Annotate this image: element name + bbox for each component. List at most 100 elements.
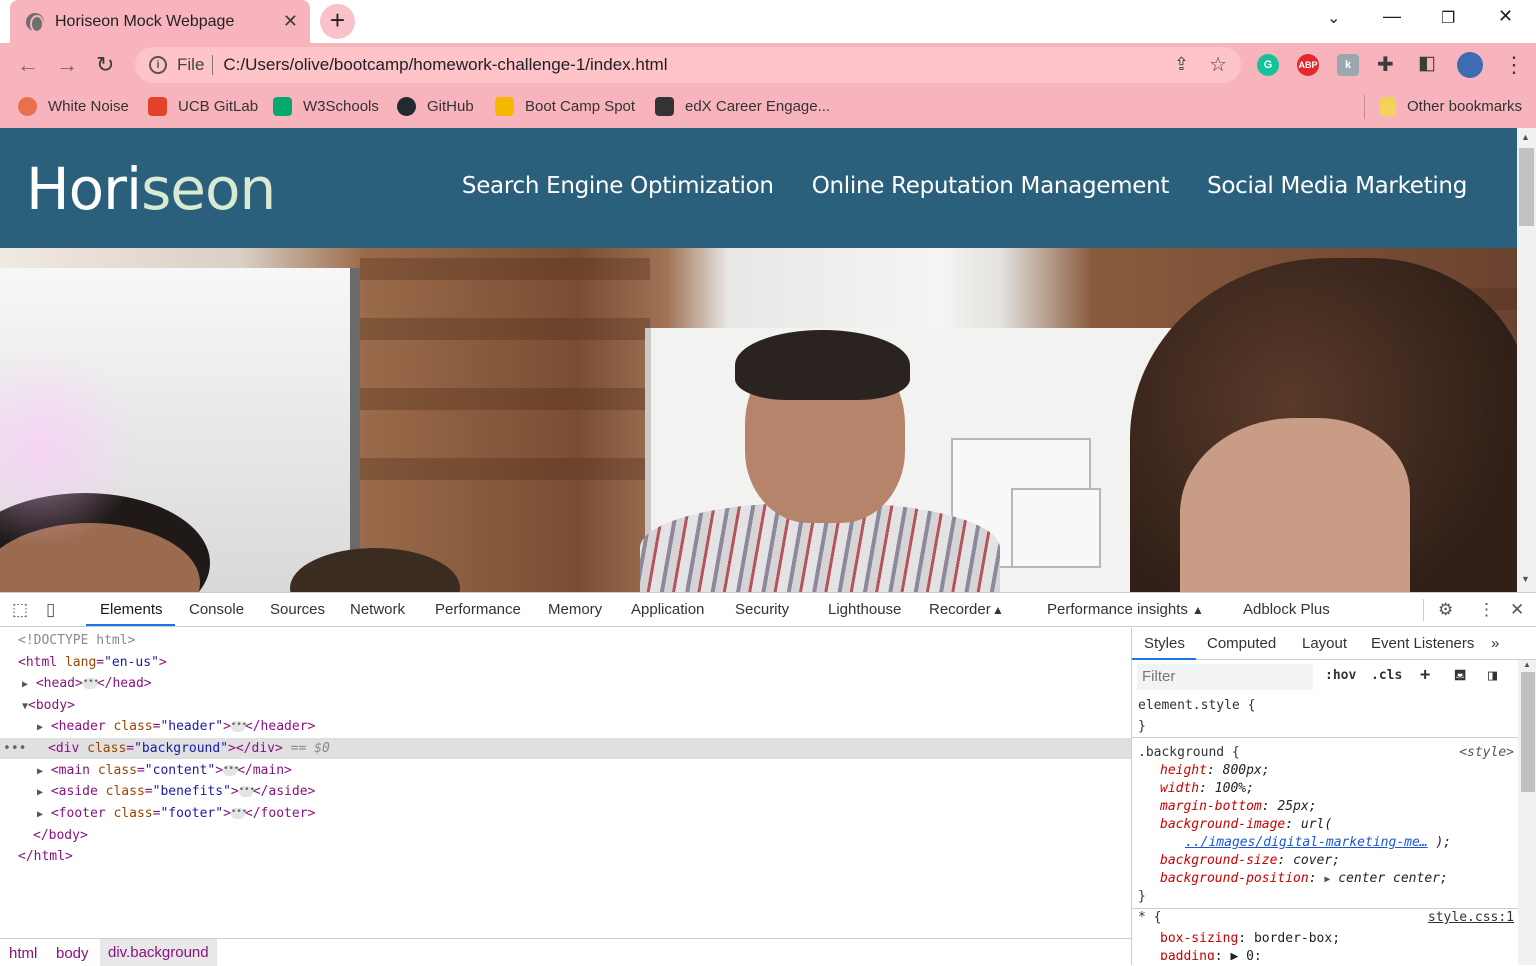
style-declaration[interactable]: background-size: cover; bbox=[1160, 852, 1340, 870]
bookmark-edx-career[interactable]: edX Career Engage... bbox=[655, 97, 830, 116]
browser-tab-active[interactable]: Horiseon Mock Webpage ✕ bbox=[10, 0, 310, 43]
styles-scrollbar[interactable]: ▲ bbox=[1518, 660, 1536, 965]
styles-scrollbar-thumb[interactable] bbox=[1521, 672, 1535, 792]
tab-performance[interactable]: Performance bbox=[435, 601, 521, 618]
profile-avatar[interactable] bbox=[1457, 52, 1483, 78]
forward-arrow-icon[interactable]: → bbox=[56, 52, 78, 78]
ellipsis-icon[interactable]: ••• bbox=[230, 721, 247, 732]
dom-doctype[interactable]: <!DOCTYPE html> bbox=[18, 630, 135, 651]
cls-toggle[interactable]: .cls bbox=[1371, 668, 1402, 683]
tab-memory[interactable]: Memory bbox=[548, 601, 602, 618]
tab-sources[interactable]: Sources bbox=[270, 601, 325, 618]
dom-html-close[interactable]: </html> bbox=[18, 846, 73, 867]
breadcrumb-div-background[interactable]: div.background bbox=[100, 939, 217, 966]
tab-security[interactable]: Security bbox=[735, 601, 789, 618]
dom-footer[interactable]: ▶ <footer class="footer">•••</footer> bbox=[37, 803, 315, 824]
devtools-close-icon[interactable]: ✕ bbox=[1510, 600, 1524, 620]
dom-html[interactable]: <html lang="en-us"> bbox=[18, 652, 167, 673]
new-tab-button[interactable]: + bbox=[320, 4, 355, 39]
tab-lighthouse[interactable]: Lighthouse bbox=[828, 601, 901, 618]
tab-network[interactable]: Network bbox=[350, 601, 405, 618]
expand-triangle-icon[interactable]: ▶ bbox=[22, 679, 28, 690]
restore-icon[interactable]: ❐ bbox=[1441, 8, 1455, 28]
rule-selector[interactable]: element.style { bbox=[1138, 697, 1255, 715]
dom-div-background-selected[interactable]: ••• <div class="background"></div> == $0 bbox=[0, 738, 1131, 759]
breadcrumb-html[interactable]: html bbox=[9, 945, 37, 962]
bookmark-w3schools[interactable]: W3Schools bbox=[273, 97, 379, 116]
rule-source[interactable]: <style> bbox=[1459, 744, 1514, 762]
tab-computed[interactable]: Computed bbox=[1207, 635, 1276, 652]
adblock-plus-icon[interactable]: ABP bbox=[1297, 54, 1319, 76]
ellipsis-icon[interactable]: ••• bbox=[238, 786, 255, 797]
tab-layout[interactable]: Layout bbox=[1302, 635, 1347, 652]
bookmark-ucb-gitlab[interactable]: UCB GitLab bbox=[148, 97, 258, 116]
extension-k-icon[interactable]: k bbox=[1337, 54, 1359, 76]
tab-performance-insights[interactable]: Performance insights bbox=[1047, 601, 1188, 618]
tab-console[interactable]: Console bbox=[189, 601, 244, 618]
dom-header[interactable]: ▶ <header class="header">•••</header> bbox=[37, 716, 315, 737]
grammarly-icon[interactable]: G bbox=[1257, 54, 1279, 76]
toggle-sidebar-icon[interactable]: ◨ bbox=[1488, 666, 1497, 684]
background-image-url[interactable]: ../images/digital-marketing-me… ); bbox=[1185, 834, 1451, 852]
expand-triangle-icon[interactable]: ▶ bbox=[37, 809, 43, 820]
window-close-icon[interactable]: ✕ bbox=[1498, 6, 1513, 27]
dom-aside[interactable]: ▶ <aside class="benefits">•••</aside> bbox=[37, 781, 315, 802]
dom-main[interactable]: ▶ <main class="content">•••</main> bbox=[37, 760, 292, 781]
rule-selector[interactable]: * { bbox=[1138, 909, 1161, 927]
tab-adblock-plus[interactable]: Adblock Plus bbox=[1243, 601, 1330, 618]
page-scrollbar-thumb[interactable] bbox=[1519, 148, 1534, 226]
tab-search-chevron-icon[interactable]: ⌄ bbox=[1327, 8, 1340, 28]
device-toolbar-icon[interactable]: ▯ bbox=[46, 600, 55, 620]
scroll-up-icon[interactable]: ▲ bbox=[1523, 660, 1531, 669]
tab-recorder[interactable]: Recorder bbox=[929, 601, 991, 618]
dom-body[interactable]: ▼<body> bbox=[22, 695, 75, 716]
tab-close-icon[interactable]: ✕ bbox=[283, 11, 298, 32]
side-panel-icon[interactable]: ◧ bbox=[1418, 52, 1436, 75]
minimize-icon[interactable]: — bbox=[1383, 6, 1401, 27]
style-declaration[interactable]: height: 800px; bbox=[1160, 762, 1270, 780]
devtools-menu-icon[interactable]: ⋮ bbox=[1478, 600, 1495, 620]
tab-styles[interactable]: Styles bbox=[1144, 635, 1185, 652]
expand-triangle-icon[interactable]: ▶ bbox=[37, 722, 43, 733]
bookmark-github[interactable]: GitHub bbox=[397, 97, 474, 116]
address-bar[interactable]: i File C:/Users/olive/bootcamp/homework-… bbox=[135, 47, 1241, 83]
style-declaration[interactable]: background-image: url( bbox=[1160, 816, 1332, 834]
style-declaration[interactable]: padding: ▶ 0; bbox=[1160, 948, 1262, 960]
rule-source-link[interactable]: style.css:1 bbox=[1428, 909, 1514, 927]
extensions-puzzle-icon[interactable]: ✚ bbox=[1377, 52, 1394, 77]
expand-triangle-icon[interactable]: ▶ bbox=[1324, 874, 1330, 885]
ellipsis-icon[interactable]: ••• bbox=[230, 808, 247, 819]
scroll-up-icon[interactable]: ▲ bbox=[1521, 132, 1530, 142]
paint-brush-icon[interactable]: ⛾ bbox=[1454, 666, 1466, 686]
image-url-link[interactable]: ../images/digital-marketing-me… bbox=[1185, 835, 1428, 850]
style-declaration[interactable]: background-position: ▶ center center; bbox=[1160, 870, 1448, 888]
bookmark-star-icon[interactable]: ☆ bbox=[1209, 52, 1227, 77]
style-declaration[interactable]: margin-bottom: 25px; bbox=[1160, 798, 1317, 816]
page-scrollbar[interactable]: ▲ ▼ bbox=[1517, 128, 1536, 592]
nav-link-social-media[interactable]: Social Media Marketing bbox=[1207, 173, 1467, 199]
expand-triangle-icon[interactable]: ▶ bbox=[37, 766, 43, 777]
tab-application[interactable]: Application bbox=[631, 601, 704, 618]
more-tabs-chevron-icon[interactable]: » bbox=[1491, 635, 1499, 652]
style-declaration[interactable]: width: 100%; bbox=[1160, 780, 1254, 798]
site-info-icon[interactable]: i bbox=[149, 56, 167, 74]
nav-link-reputation[interactable]: Online Reputation Management bbox=[812, 173, 1170, 199]
expand-triangle-icon[interactable]: ▶ bbox=[37, 787, 43, 798]
bookmark-boot-camp-spot[interactable]: Boot Camp Spot bbox=[495, 97, 635, 116]
nav-link-seo[interactable]: Search Engine Optimization bbox=[462, 173, 774, 199]
dom-head[interactable]: ▶ <head>•••</head> bbox=[22, 673, 152, 694]
ellipsis-icon[interactable]: ••• bbox=[82, 678, 99, 689]
breadcrumb-body[interactable]: body bbox=[56, 945, 89, 962]
bookmark-white-noise[interactable]: White Noise bbox=[18, 97, 129, 116]
share-icon[interactable]: ⇪ bbox=[1174, 54, 1189, 75]
rule-selector[interactable]: .background { bbox=[1138, 744, 1240, 762]
address-url[interactable]: C:/Users/olive/bootcamp/homework-challen… bbox=[223, 55, 667, 75]
dom-body-close[interactable]: </body> bbox=[33, 825, 88, 846]
style-declaration[interactable]: box-sizing: border-box; bbox=[1160, 930, 1340, 948]
ellipsis-icon[interactable]: ••• bbox=[223, 765, 239, 776]
back-arrow-icon[interactable]: ← bbox=[17, 52, 39, 78]
settings-gear-icon[interactable]: ⚙ bbox=[1438, 600, 1453, 620]
chrome-menu-icon[interactable]: ⋮ bbox=[1503, 52, 1525, 78]
reload-icon[interactable]: ↻ bbox=[96, 52, 114, 78]
hov-toggle[interactable]: :hov bbox=[1325, 668, 1356, 683]
